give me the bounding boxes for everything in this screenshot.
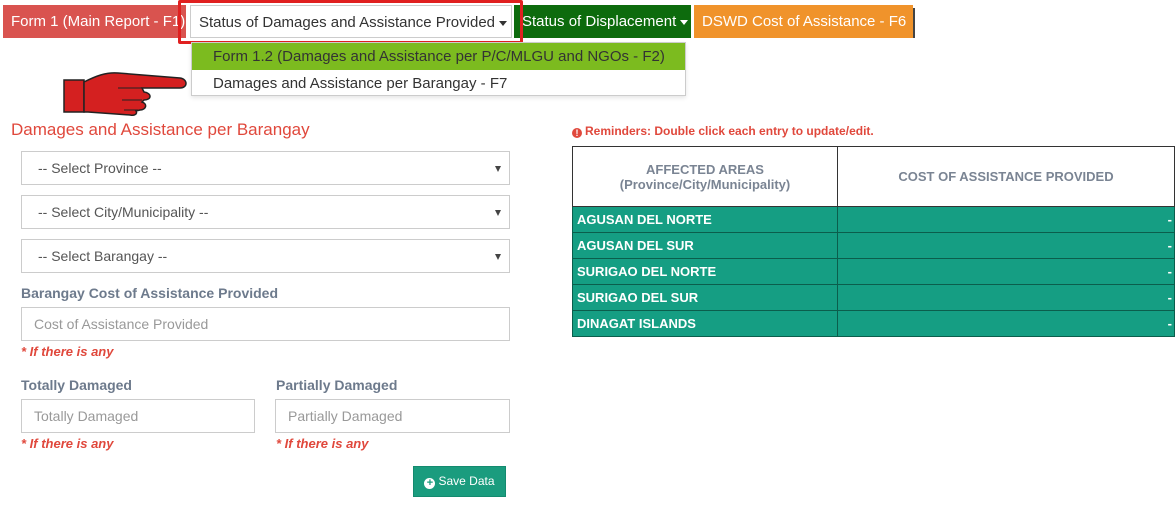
area-cell: AGUSAN DEL SUR bbox=[572, 232, 838, 259]
barangay-select[interactable]: -- Select Barangay -- bbox=[21, 239, 510, 273]
province-select[interactable]: -- Select Province -- bbox=[21, 151, 510, 185]
table-row[interactable]: AGUSAN DEL NORTE - bbox=[572, 206, 1175, 233]
chevron-down-icon bbox=[680, 19, 689, 25]
save-button-label: Save Data bbox=[438, 474, 495, 488]
assistance-table: AFFECTED AREAS (Province/City/Municipali… bbox=[572, 146, 1175, 337]
reminder-label: Reminders: Double click each entry to up… bbox=[585, 124, 874, 138]
partially-damaged-label: Partially Damaged bbox=[276, 377, 398, 393]
caret-down-icon bbox=[495, 254, 501, 260]
tab-form1-label: Form 1 (Main Report - F1) bbox=[11, 13, 186, 30]
city-select[interactable]: -- Select City/Municipality -- bbox=[21, 195, 510, 229]
cost-cell: - bbox=[837, 206, 1175, 233]
info-circle-icon: ! bbox=[572, 128, 582, 138]
totally-damaged-input[interactable]: Totally Damaged bbox=[21, 399, 255, 433]
cost-label: Barangay Cost of Assistance Provided bbox=[21, 285, 279, 301]
highlight-annotation bbox=[178, 0, 523, 44]
city-select-value: -- Select City/Municipality -- bbox=[38, 204, 209, 220]
header-cost: COST OF ASSISTANCE PROVIDED bbox=[837, 146, 1175, 207]
area-cell: SURIGAO DEL NORTE bbox=[572, 258, 838, 285]
table-row[interactable]: AGUSAN DEL SUR - bbox=[572, 232, 1175, 259]
area-cell: AGUSAN DEL NORTE bbox=[572, 206, 838, 233]
area-cell: SURIGAO DEL SUR bbox=[572, 284, 838, 311]
cost-cell: - bbox=[837, 284, 1175, 311]
table-row[interactable]: SURIGAO DEL SUR - bbox=[572, 284, 1175, 311]
partially-damaged-input[interactable]: Partially Damaged bbox=[275, 399, 510, 433]
reminder-text: ! Reminders: Double click each entry to u… bbox=[572, 124, 874, 138]
partially-damaged-note: * If there is any bbox=[276, 436, 369, 451]
cost-cell: - bbox=[837, 310, 1175, 337]
nav-divider bbox=[913, 8, 915, 38]
tab-status-displacement-label: Status of Displacement bbox=[522, 13, 677, 30]
tab-form1[interactable]: Form 1 (Main Report - F1) bbox=[3, 5, 186, 38]
menu-item-barangay-f7[interactable]: Damages and Assistance per Barangay - F7 bbox=[192, 70, 685, 97]
table-row[interactable]: SURIGAO DEL NORTE - bbox=[572, 258, 1175, 285]
plus-circle-icon: + bbox=[424, 478, 436, 489]
tab-status-displacement[interactable]: Status of Displacement bbox=[514, 5, 691, 38]
cost-cell: - bbox=[837, 258, 1175, 285]
save-button[interactable]: + Save Data bbox=[413, 466, 506, 497]
cost-note: * If there is any bbox=[21, 344, 114, 359]
totally-damaged-label: Totally Damaged bbox=[21, 377, 132, 393]
pointing-hand-icon bbox=[63, 72, 187, 116]
caret-down-icon bbox=[495, 210, 501, 216]
area-cell: DINAGAT ISLANDS bbox=[572, 310, 838, 337]
header-affected-areas-line1: AFFECTED AREAS bbox=[646, 161, 764, 177]
totally-damaged-note: * If there is any bbox=[21, 436, 114, 451]
province-select-value: -- Select Province -- bbox=[38, 160, 162, 176]
caret-down-icon bbox=[495, 166, 501, 172]
cost-cell: - bbox=[837, 232, 1175, 259]
cost-input[interactable]: Cost of Assistance Provided bbox=[21, 307, 510, 341]
form-title: Damages and Assistance per Barangay bbox=[11, 120, 310, 139]
header-affected-areas: AFFECTED AREAS (Province/City/Municipali… bbox=[572, 146, 838, 207]
dropdown-menu: Form 1.2 (Damages and Assistance per P/C… bbox=[191, 42, 686, 96]
tab-dswd-cost[interactable]: DSWD Cost of Assistance - F6 bbox=[694, 5, 913, 38]
barangay-select-value: -- Select Barangay -- bbox=[38, 248, 168, 264]
header-affected-areas-line2: (Province/City/Municipality) bbox=[619, 176, 791, 192]
tab-dswd-cost-label: DSWD Cost of Assistance - F6 bbox=[702, 13, 907, 30]
table-row[interactable]: DINAGAT ISLANDS - bbox=[572, 310, 1175, 337]
page: Form 1 (Main Report - F1) Status of Dama… bbox=[0, 0, 1175, 518]
menu-item-form12[interactable]: Form 1.2 (Damages and Assistance per P/C… bbox=[192, 43, 685, 70]
top-nav: Form 1 (Main Report - F1) Status of Dama… bbox=[0, 5, 1175, 39]
